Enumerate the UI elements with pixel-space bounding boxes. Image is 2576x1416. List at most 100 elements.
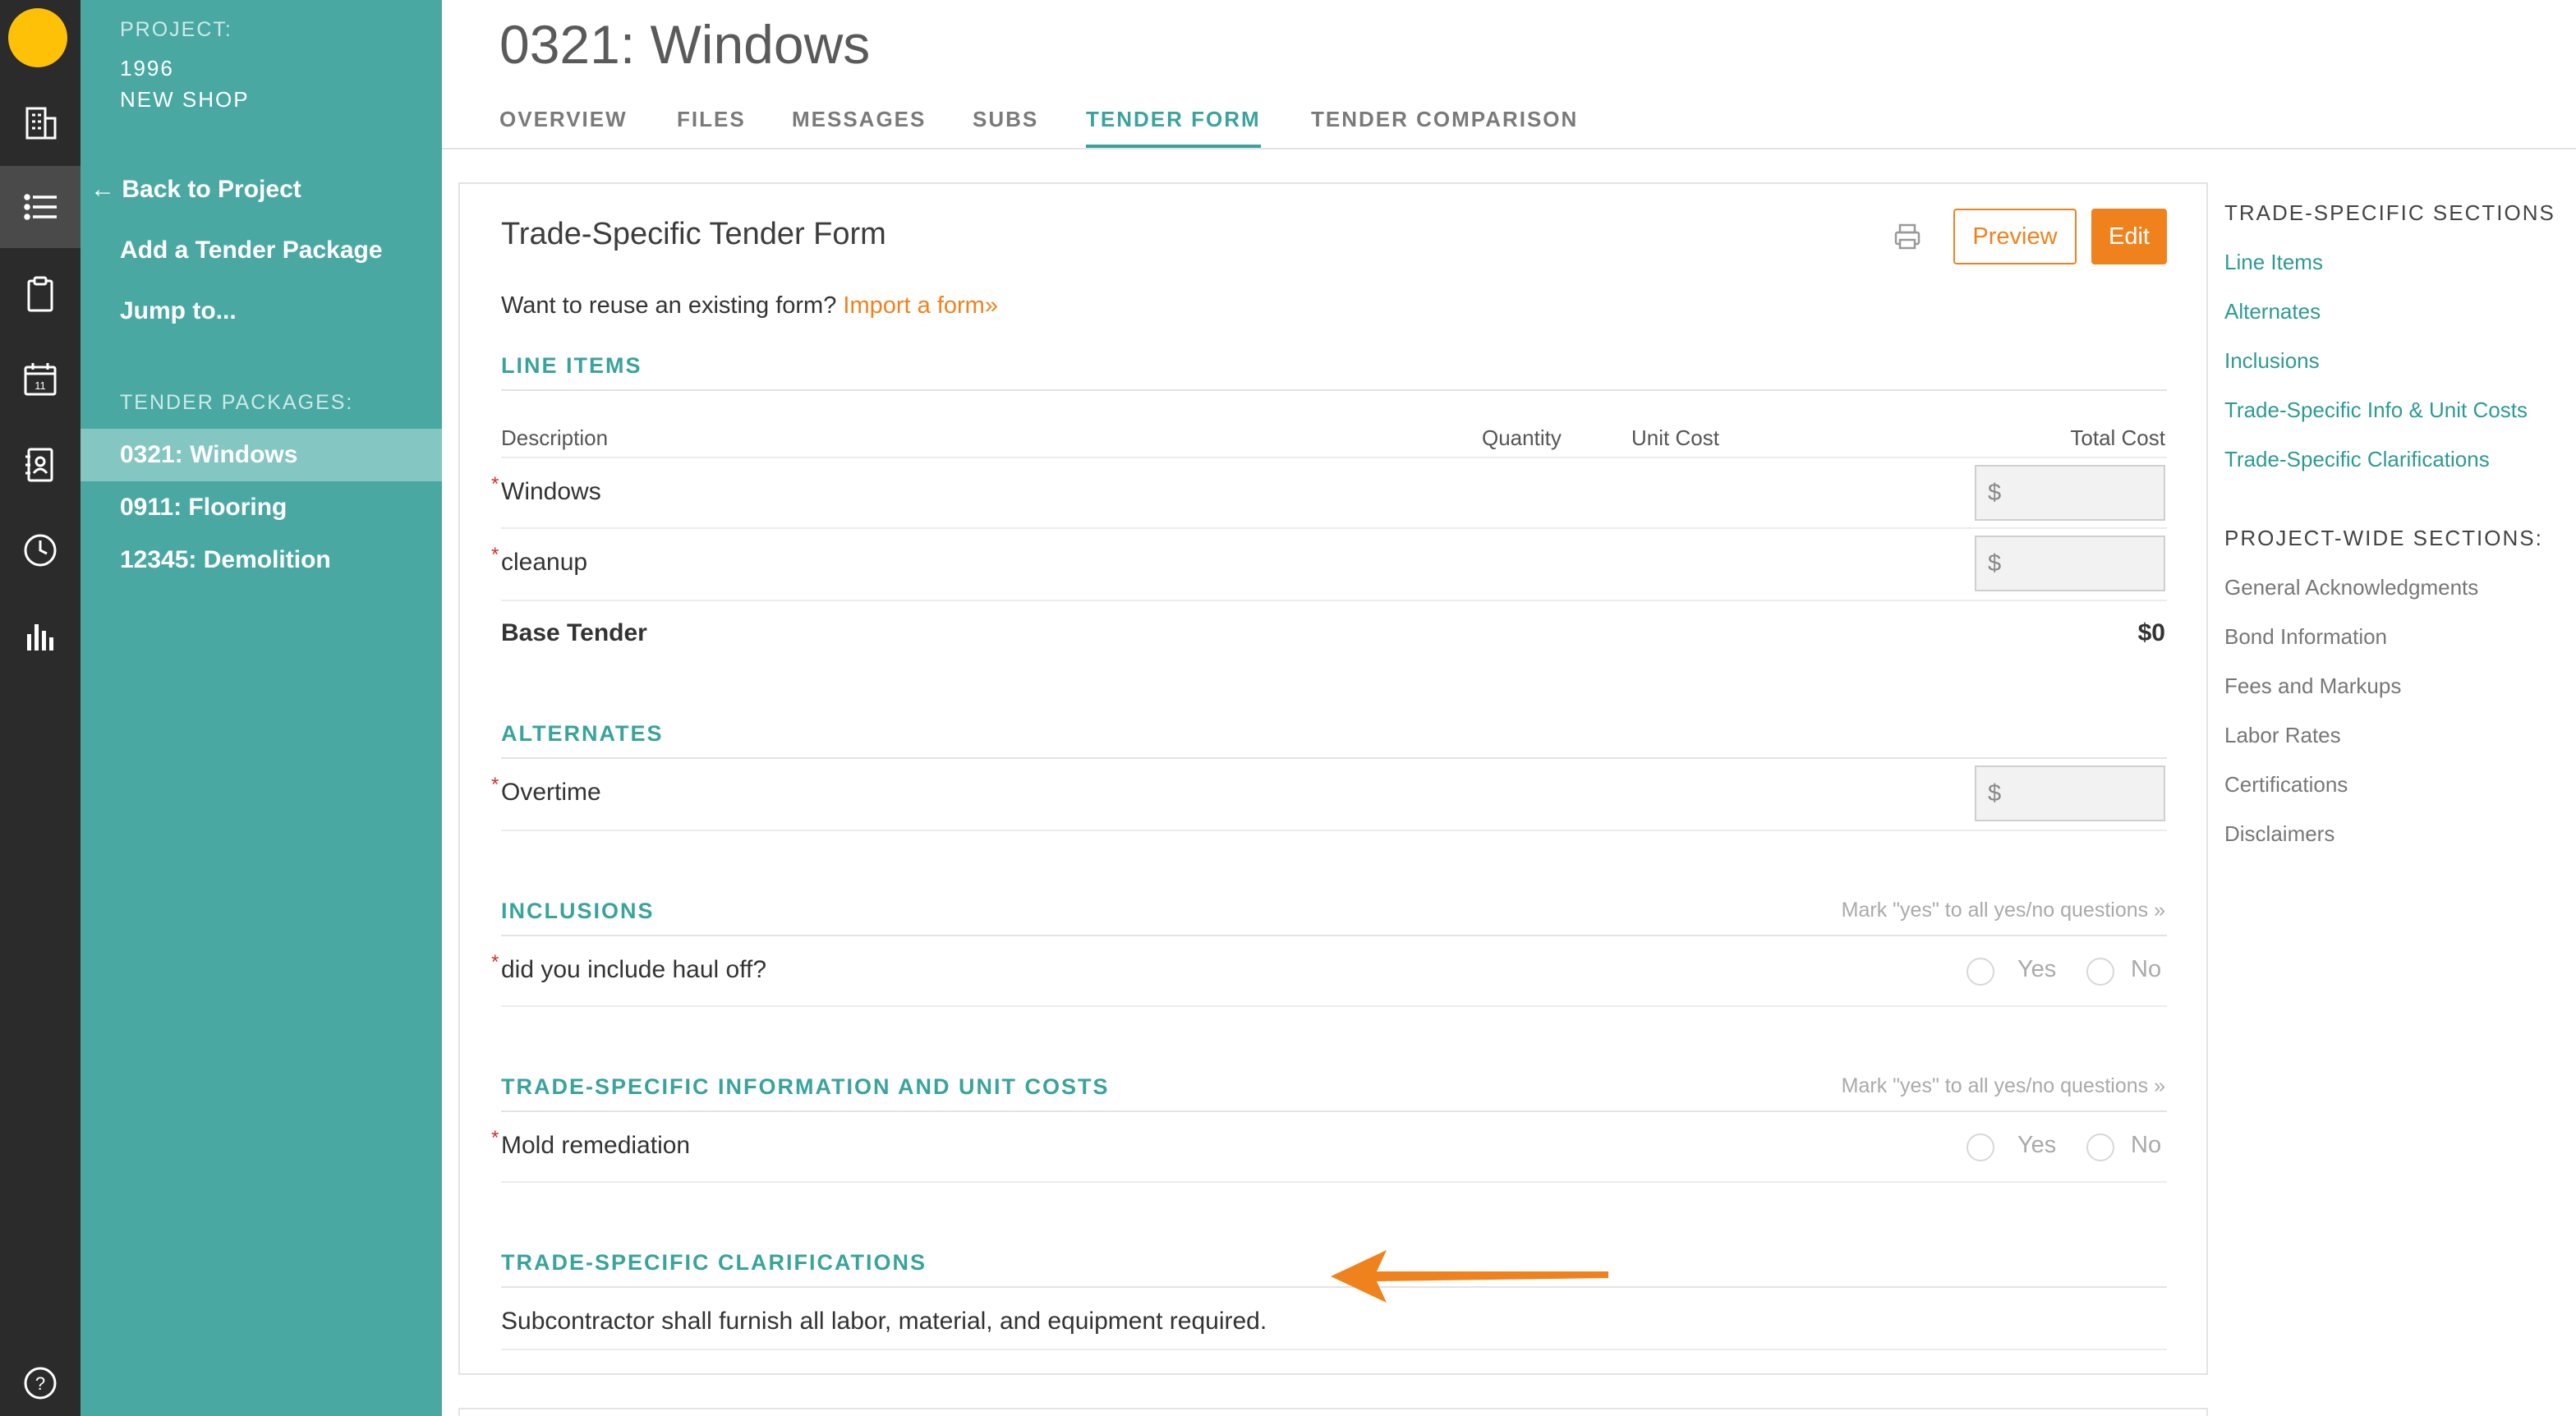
toc-link-bond-information[interactable]: Bond Information — [2224, 624, 2387, 650]
annotation-arrow-icon — [1331, 1250, 1608, 1303]
import-form-link[interactable]: Import a form» — [843, 292, 998, 319]
tab-tender-form[interactable]: TENDER FORM — [1086, 107, 1261, 149]
project-sidebar: PROJECT: 1996 NEW SHOP ← Back to Project… — [80, 0, 442, 1416]
tab-files[interactable]: FILES — [677, 107, 746, 132]
line-items-heading: LINE ITEMS — [501, 353, 642, 378]
help-glyph: ? — [35, 1373, 45, 1394]
toc-link-fees-markups[interactable]: Fees and Markups — [2224, 674, 2401, 699]
package-item-demolition[interactable]: 12345: Demolition — [80, 534, 442, 586]
line-item-label: cleanup — [501, 549, 588, 576]
tab-messages[interactable]: MESSAGES — [792, 107, 926, 132]
tab-subs[interactable]: SUBS — [973, 107, 1038, 132]
package-item-flooring[interactable]: 0911: Flooring — [80, 481, 442, 534]
nav-rail: 11 ? — [0, 0, 80, 1416]
jump-to-link[interactable]: Jump to... — [120, 297, 237, 325]
column-quantity: Quantity — [1482, 425, 1562, 450]
tender-form-card: Trade-Specific Tender Form Preview Edit … — [458, 182, 2208, 1375]
currency-symbol: $ — [1988, 549, 2002, 577]
row-divider — [501, 1349, 2167, 1350]
required-marker: * — [491, 774, 499, 796]
windows-total-input[interactable]: $ — [1975, 465, 2165, 521]
line-item-label: Windows — [501, 478, 601, 505]
currency-symbol: $ — [1988, 779, 2002, 807]
tab-overview[interactable]: OVERVIEW — [499, 107, 628, 132]
alternate-overtime: * Overtime — [491, 774, 601, 807]
info-unit-costs-heading: TRADE-SPECIFIC INFORMATION AND UNIT COST… — [501, 1074, 1110, 1099]
back-to-project-label: Back to Project — [122, 176, 301, 203]
row-divider — [501, 600, 2167, 601]
no-radio[interactable] — [2086, 1133, 2114, 1161]
toc-link-labor-rates[interactable]: Labor Rates — [2224, 723, 2341, 748]
clarification-text: Subcontractor shall furnish all labor, m… — [501, 1308, 1267, 1335]
section-divider — [501, 757, 2167, 759]
tab-tender-comparison[interactable]: TENDER COMPARISON — [1311, 107, 1578, 132]
yes-radio[interactable] — [1966, 1133, 1994, 1161]
toc-link-line-items[interactable]: Line Items — [2224, 250, 2323, 275]
inclusion-label: did you include haul off? — [501, 956, 767, 983]
clarifications-heading: TRADE-SPECIFIC CLARIFICATIONS — [501, 1250, 927, 1275]
toc-link-alternates[interactable]: Alternates — [2224, 299, 2321, 324]
alternates-heading: ALTERNATES — [501, 721, 664, 746]
bar-chart-icon[interactable] — [0, 595, 80, 677]
required-marker: * — [491, 1127, 499, 1149]
form-title: Trade-Specific Tender Form — [501, 217, 886, 251]
toc-link-info-unit-costs[interactable]: Trade-Specific Info & Unit Costs — [2224, 398, 2528, 423]
no-radio[interactable] — [2086, 958, 2114, 986]
calendar-day: 11 — [34, 379, 46, 392]
project-number: 1996 — [120, 56, 174, 80]
cleanup-total-input[interactable]: $ — [1975, 536, 2165, 591]
calendar-icon[interactable]: 11 — [0, 338, 80, 421]
required-marker: * — [491, 473, 499, 495]
currency-symbol: $ — [1988, 479, 2002, 506]
row-divider — [501, 1005, 2167, 1007]
row-divider — [501, 1181, 2167, 1183]
edit-button[interactable]: Edit — [2091, 209, 2167, 264]
overtime-total-input[interactable]: $ — [1975, 765, 2165, 821]
address-book-icon[interactable] — [0, 424, 80, 506]
inclusions-heading: INCLUSIONS — [501, 899, 655, 923]
preview-button[interactable]: Preview — [1953, 209, 2077, 264]
tender-packages-caption: TENDER PACKAGES: — [120, 391, 354, 414]
required-marker: * — [491, 544, 499, 566]
print-icon[interactable] — [1893, 222, 1922, 251]
trade-sections-caption: TRADE-SPECIFIC SECTIONS — [2224, 200, 2555, 225]
back-arrow-icon: ← — [90, 176, 115, 203]
toc-link-disclaimers[interactable]: Disclaimers — [2224, 821, 2334, 847]
alternate-label: Overtime — [501, 779, 601, 806]
section-divider — [501, 1110, 2167, 1112]
yes-label: Yes — [2017, 1132, 2057, 1158]
help-icon[interactable]: ? — [0, 1342, 80, 1416]
clipboard-icon[interactable] — [0, 253, 80, 335]
yes-radio[interactable] — [1966, 958, 1994, 986]
page-title: 0321: Windows — [499, 14, 871, 75]
toc-link-clarifications[interactable]: Trade-Specific Clarifications — [2224, 447, 2490, 472]
row-divider — [501, 830, 2167, 831]
inclusion-haul-off: * did you include haul off? — [491, 951, 767, 984]
base-tender-label: Base Tender — [501, 619, 647, 646]
column-description: Description — [501, 425, 609, 450]
building-icon[interactable] — [0, 82, 80, 164]
info-mold-remediation: * Mold remediation — [491, 1127, 690, 1160]
section-divider — [501, 389, 2167, 391]
toc-link-inclusions[interactable]: Inclusions — [2224, 348, 2320, 374]
base-tender-value: $0 — [2137, 619, 2165, 646]
package-item-windows[interactable]: 0321: Windows — [80, 429, 442, 481]
mark-all-yes-link[interactable]: Mark "yes" to all yes/no questions » — [1842, 899, 2165, 922]
logo-icon[interactable] — [8, 8, 67, 67]
clock-icon[interactable] — [0, 509, 80, 591]
back-to-project-link[interactable]: ← Back to Project — [90, 176, 301, 204]
section-divider — [501, 935, 2167, 936]
mark-all-yes-link[interactable]: Mark "yes" to all yes/no questions » — [1842, 1074, 2165, 1098]
required-marker: * — [491, 951, 499, 973]
next-card-edge — [458, 1408, 2208, 1416]
toc-link-general-acknowledgments[interactable]: General Acknowledgments — [2224, 575, 2478, 600]
add-tender-package-link[interactable]: Add a Tender Package — [120, 237, 383, 264]
list-icon[interactable] — [0, 166, 80, 248]
project-caption: PROJECT: — [120, 18, 232, 41]
column-unit-cost: Unit Cost — [1631, 425, 1719, 450]
reuse-form-text: Want to reuse an existing form? — [501, 292, 837, 319]
header-divider — [442, 148, 2576, 149]
row-divider — [501, 457, 2167, 458]
toc-link-certifications[interactable]: Certifications — [2224, 772, 2348, 798]
column-total-cost: Total Cost — [2070, 425, 2165, 450]
